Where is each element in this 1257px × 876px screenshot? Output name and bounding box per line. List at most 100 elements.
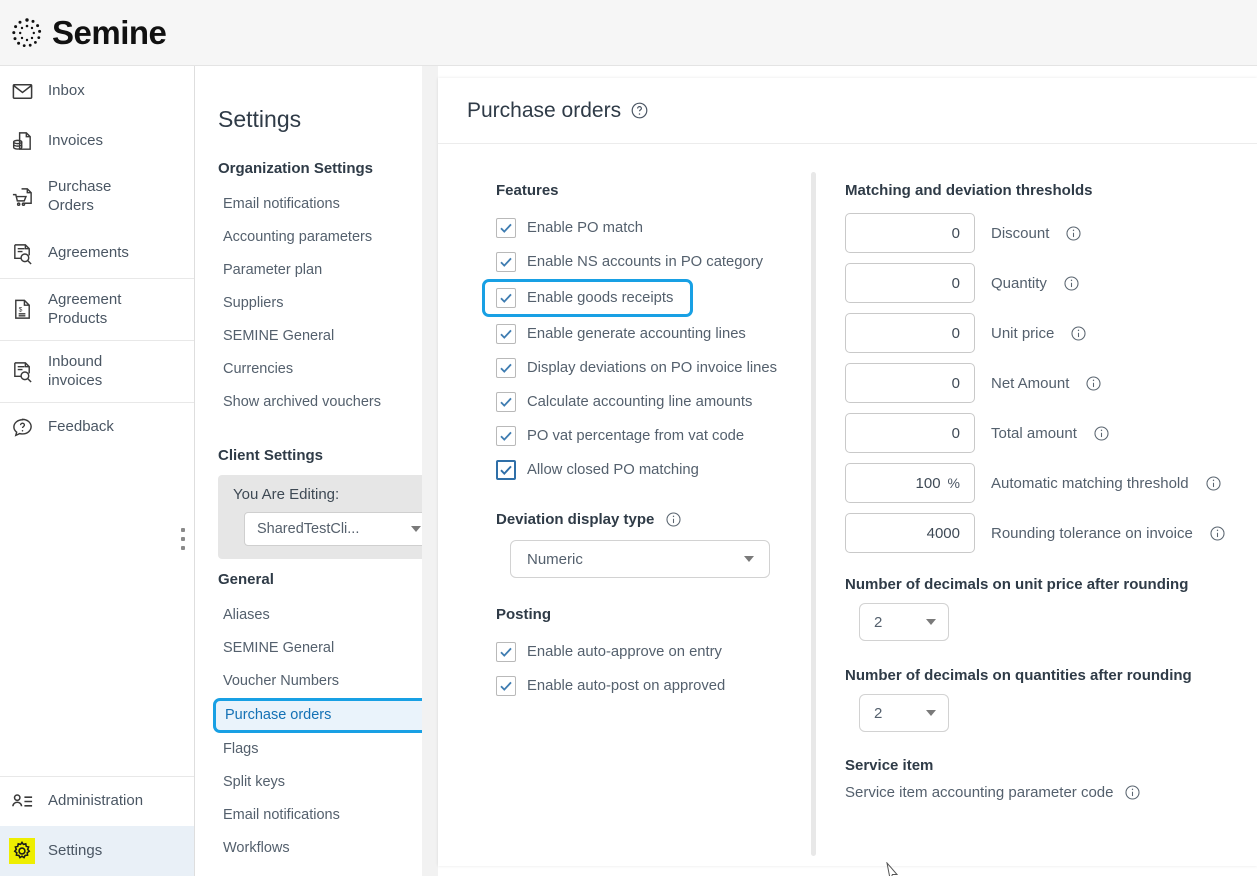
sidebar-item-administration[interactable]: Administration xyxy=(0,776,194,826)
dotted-circle-logo-icon xyxy=(9,15,45,51)
unit-price-input[interactable]: 0 xyxy=(845,313,975,353)
settings-link-show-archived-vouchers[interactable]: Show archived vouchers xyxy=(218,386,422,419)
info-circle-icon[interactable] xyxy=(1070,325,1087,342)
deviation-display-type-heading-row: Deviation display type xyxy=(496,511,811,528)
sidebar-item-label: Inboundinvoices xyxy=(48,353,102,391)
total-amount-input[interactable]: 0 xyxy=(845,413,975,453)
settings-link-voucher-numbers[interactable]: Voucher Numbers xyxy=(218,665,422,698)
threshold-row-discount: 0 Discount xyxy=(845,213,1257,253)
brand-name: Semine xyxy=(52,15,166,51)
settings-link-accounting-parameters[interactable]: Accounting parameters xyxy=(218,221,422,254)
info-circle-icon[interactable] xyxy=(1209,525,1226,542)
automatic-matching-threshold-value: 100 xyxy=(916,475,941,492)
chevron-down-icon xyxy=(744,556,754,562)
checkbox-enable-ns-accounts-in-po-category[interactable]: Enable NS accounts in PO category xyxy=(496,245,811,279)
threshold-label: Discount xyxy=(991,225,1049,242)
chevron-down-icon xyxy=(411,526,421,532)
deviation-display-type-value: Numeric xyxy=(527,551,583,568)
client-select-value: SharedTestCli... xyxy=(257,521,359,537)
you-are-editing-box: You Are Editing: SharedTestCli... xyxy=(218,475,422,559)
checkbox-icon xyxy=(496,426,516,446)
decimals-quantities-select[interactable]: 2 xyxy=(859,694,949,732)
net-amount-input[interactable]: 0 xyxy=(845,363,975,403)
sidebar-item-feedback[interactable]: Feedback xyxy=(0,402,194,452)
service-item-heading: Service item xyxy=(845,757,1257,774)
checkbox-display-deviations-on-po-invoice-lines[interactable]: Display deviations on PO invoice lines xyxy=(496,351,811,385)
checkbox-allow-closed-po-matching[interactable]: Allow closed PO matching xyxy=(496,453,811,487)
info-circle-icon[interactable] xyxy=(1093,425,1110,442)
threshold-row-automatic-matching-threshold: 100 % Automatic matching threshold xyxy=(845,463,1257,503)
checkbox-label: Enable auto-approve on entry xyxy=(527,644,722,660)
client-select[interactable]: SharedTestCli... xyxy=(244,512,422,546)
service-item-parameter-code-label: Service item accounting parameter code xyxy=(845,784,1113,801)
settings-link-workflows[interactable]: Workflows xyxy=(218,832,422,865)
brand-logo[interactable]: Semine xyxy=(0,15,166,51)
thresholds-heading: Matching and deviation thresholds xyxy=(845,182,1257,199)
automatic-matching-threshold-input[interactable]: 100 % xyxy=(845,463,975,503)
threshold-label: Automatic matching threshold xyxy=(991,475,1189,492)
settings-link-email-notifications[interactable]: Email notifications xyxy=(218,799,422,832)
decimals-unit-price-value: 2 xyxy=(874,614,882,631)
help-circle-icon[interactable] xyxy=(630,101,649,120)
threshold-label: Quantity xyxy=(991,275,1047,292)
panel-gutter xyxy=(422,66,438,876)
sidebar-item-label: Agreements xyxy=(48,244,129,263)
info-circle-icon[interactable] xyxy=(1063,275,1080,292)
deviation-display-type-select[interactable]: Numeric xyxy=(510,540,770,578)
discount-input[interactable]: 0 xyxy=(845,213,975,253)
settings-link-aliases[interactable]: Aliases xyxy=(218,599,422,632)
sidebar-item-agreements[interactable]: Agreements xyxy=(0,228,194,278)
settings-link-parameter-plan[interactable]: Parameter plan xyxy=(218,254,422,287)
decimals-unit-price-select[interactable]: 2 xyxy=(859,603,949,641)
posting-heading: Posting xyxy=(496,606,811,623)
sidebar-item-label: Feedback xyxy=(48,418,114,437)
checkbox-calculate-accounting-line-amounts[interactable]: Calculate accounting line amounts xyxy=(496,385,811,419)
checkbox-enable-goods-receipts[interactable]: Enable goods receipts xyxy=(482,279,693,317)
settings-panel-title: Settings xyxy=(218,106,422,133)
settings-link-semine-general[interactable]: SEMINE General xyxy=(218,632,422,665)
checkbox-icon xyxy=(496,676,516,696)
checkbox-enable-po-match[interactable]: Enable PO match xyxy=(496,211,811,245)
checkbox-enable-auto-approve-on-entry[interactable]: Enable auto-approve on entry xyxy=(496,635,811,669)
checkbox-po-vat-percentage-from-vat-code[interactable]: PO vat percentage from vat code xyxy=(496,419,811,453)
info-circle-icon[interactable] xyxy=(1124,784,1141,801)
checkbox-label: Enable PO match xyxy=(527,220,643,236)
settings-link-email-notifications-org[interactable]: Email notifications xyxy=(218,188,422,221)
checkbox-label: Display deviations on PO invoice lines xyxy=(527,360,777,376)
sidebar-item-inbound-invoices[interactable]: Inboundinvoices xyxy=(0,340,194,402)
threshold-label: Total amount xyxy=(991,425,1077,442)
settings-link-purchase-orders[interactable]: Purchase orders xyxy=(213,698,422,733)
inbound-invoice-icon xyxy=(9,359,35,385)
settings-link-currencies[interactable]: Currencies xyxy=(218,353,422,386)
more-vertical-icon[interactable] xyxy=(181,528,186,555)
settings-link-semine-general-org[interactable]: SEMINE General xyxy=(218,320,422,353)
total-amount-value: 0 xyxy=(952,425,960,442)
sidebar-item-label: Settings xyxy=(48,842,102,861)
decimals-quantities-value: 2 xyxy=(874,705,882,722)
settings-sub-nav: Settings Organization Settings Email not… xyxy=(196,66,422,876)
sidebar-item-agreement-products[interactable]: $ AgreementProducts xyxy=(0,278,194,340)
sidebar-item-inbox[interactable]: Inbox xyxy=(0,66,194,116)
info-circle-icon[interactable] xyxy=(1085,375,1102,392)
sidebar-item-purchase-orders[interactable]: PurchaseOrders xyxy=(0,166,194,228)
settings-link-split-keys[interactable]: Split keys xyxy=(218,766,422,799)
settings-link-flags[interactable]: Flags xyxy=(218,733,422,766)
agreement-product-icon: $ xyxy=(9,297,35,323)
checkbox-label: Enable goods receipts xyxy=(527,290,673,306)
quantity-input[interactable]: 0 xyxy=(845,263,975,303)
settings-link-suppliers[interactable]: Suppliers xyxy=(218,287,422,320)
sidebar-item-settings[interactable]: Settings xyxy=(0,826,194,876)
checkbox-label: Enable NS accounts in PO category xyxy=(527,254,763,270)
threshold-label: Unit price xyxy=(991,325,1054,342)
info-circle-icon[interactable] xyxy=(665,511,682,528)
info-circle-icon[interactable] xyxy=(1205,475,1222,492)
rounding-tolerance-input[interactable]: 4000 xyxy=(845,513,975,553)
checkbox-label: Allow closed PO matching xyxy=(527,462,699,478)
sidebar-item-invoices[interactable]: Invoices xyxy=(0,116,194,166)
info-circle-icon[interactable] xyxy=(1065,225,1082,242)
checkbox-enable-auto-post-on-approved[interactable]: Enable auto-post on approved xyxy=(496,669,811,703)
primary-nav-bottom: Administration Settings xyxy=(0,776,194,876)
sidebar-item-label: Administration xyxy=(48,792,143,811)
card-header: Purchase orders xyxy=(438,78,1257,144)
checkbox-enable-generate-accounting-lines[interactable]: Enable generate accounting lines xyxy=(496,317,811,351)
